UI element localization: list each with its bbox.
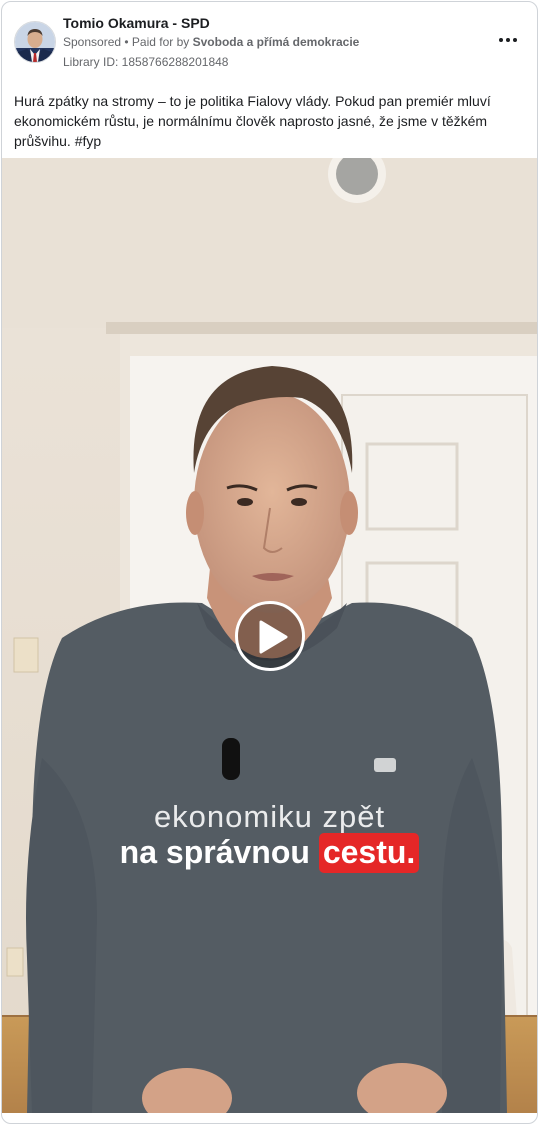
ad-card: Tomio Okamura - SPD Sponsored • Paid for… <box>1 1 538 1124</box>
library-id: Library ID: 1858766288201848 <box>63 55 229 69</box>
play-icon <box>259 620 288 654</box>
paid-for-prefix: Paid for by <box>131 35 193 49</box>
post-header: Tomio Okamura - SPD Sponsored • Paid for… <box>2 2 537 82</box>
separator-dot: • <box>121 35 132 49</box>
more-dot <box>506 38 510 42</box>
video-player[interactable]: ekonomiku zpět na správnou cestu. <box>2 158 537 1113</box>
video-caption-line2: na správnou cestu. <box>2 833 537 873</box>
video-caption-highlight: cestu. <box>318 833 420 873</box>
more-dot <box>513 38 517 42</box>
play-button[interactable] <box>235 601 305 671</box>
more-dot <box>499 38 503 42</box>
page-name[interactable]: Tomio Okamura - SPD <box>63 15 210 31</box>
post-text: Hurá zpátky na stromy – to je politika F… <box>14 93 491 149</box>
sponsored-label: Sponsored <box>63 35 122 49</box>
more-options-icon[interactable] <box>495 30 521 50</box>
paid-for-by[interactable]: Svoboda a přímá demokracie <box>193 35 360 49</box>
video-caption-line1: ekonomiku zpět <box>153 799 386 834</box>
video-caption-line2-text: na správnou <box>119 834 319 870</box>
avatar[interactable] <box>14 21 56 63</box>
avatar-image <box>15 22 55 62</box>
sponsor-line: Sponsored • Paid for by Svoboda a přímá … <box>63 35 359 49</box>
